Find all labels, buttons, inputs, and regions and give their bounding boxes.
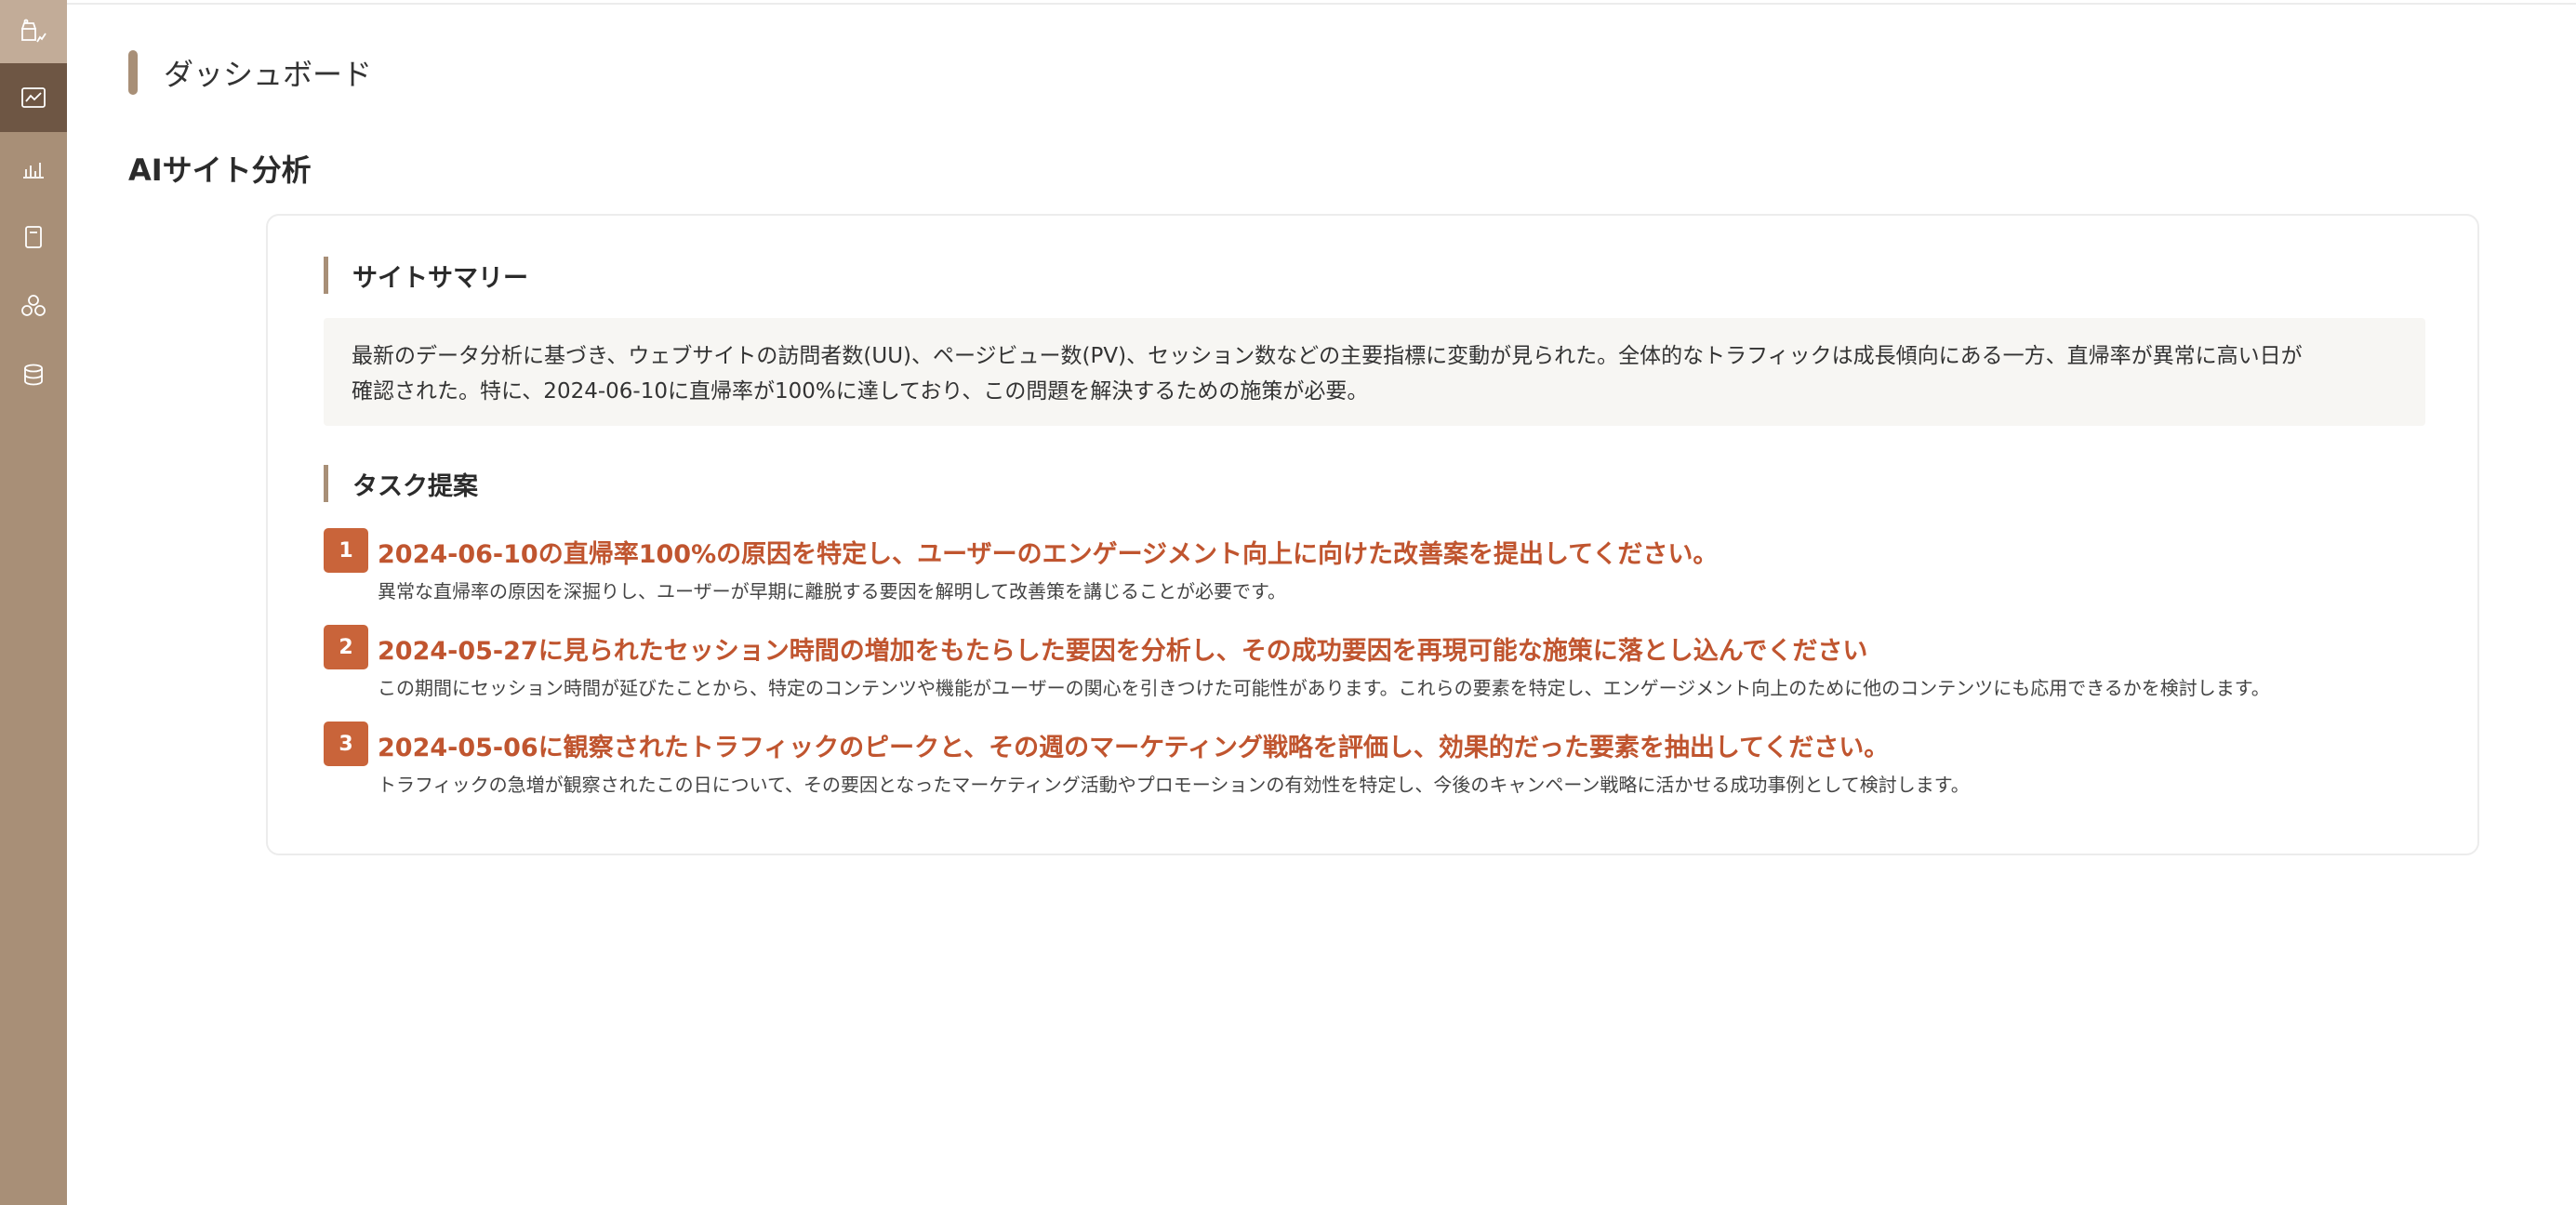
task-title[interactable]: 2024-05-06に観察されたトラフィックのピークと、その週のマーケティング戦… <box>378 727 1889 763</box>
summary-line-2: 確認された。特に、2024-06-10に直帰率が100%に達しており、この問題を… <box>352 379 1369 404</box>
nav-item-segments[interactable] <box>0 271 67 340</box>
section-title: AIサイト分析 <box>128 152 312 188</box>
bar-chart-icon <box>23 163 44 179</box>
summary-heading: サイトサマリー <box>324 257 528 294</box>
document-icon <box>25 226 42 248</box>
nav-item-reports[interactable] <box>0 203 67 271</box>
task-number-badge: 2 <box>324 625 368 669</box>
tasks-heading: タスク提案 <box>324 465 478 502</box>
task-title[interactable]: 2024-05-27に見られたセッション時間の増加をもたらした要因を分析し、その… <box>378 630 1867 667</box>
analysis-card: サイトサマリー 最新のデータ分析に基づき、ウェブサイトの訪問者数(UU)、ページ… <box>266 214 2479 855</box>
nav-item-dashboard[interactable] <box>0 63 67 132</box>
shapes-icon <box>21 295 46 316</box>
nav-item-data[interactable] <box>0 340 67 409</box>
top-divider <box>67 0 2576 5</box>
summary-text: 最新のデータ分析に基づき、ウェブサイトの訪問者数(UU)、ページビュー数(PV)… <box>324 318 2425 426</box>
task-number-badge: 3 <box>324 722 368 766</box>
sidebar <box>0 0 67 1205</box>
line-chart-icon <box>21 87 46 108</box>
task-description: トラフィックの急増が観察されたこの日について、その要因となったマーケティング活動… <box>378 774 1970 796</box>
shop-chart-icon[interactable] <box>0 0 67 63</box>
header-accent-bar <box>128 50 138 95</box>
task-description: 異常な直帰率の原因を深掘りし、ユーザーが早期に離脱する要因を解明して改善策を講じ… <box>378 580 1286 602</box>
task-number-badge: 1 <box>324 528 368 573</box>
database-icon <box>24 364 43 386</box>
page-header: ダッシュボード <box>128 50 372 95</box>
summary-line-1: 最新のデータ分析に基づき、ウェブサイトの訪問者数(UU)、ページビュー数(PV)… <box>352 344 2303 368</box>
task-title[interactable]: 2024-06-10の直帰率100%の原因を特定し、ユーザーのエンゲージメント向… <box>378 534 1718 570</box>
task-description: この期間にセッション時間が延びたことから、特定のコンテンツや機能がユーザーの関心… <box>378 677 2270 699</box>
page-title: ダッシュボード <box>164 57 373 92</box>
nav-item-analytics[interactable] <box>0 134 67 203</box>
